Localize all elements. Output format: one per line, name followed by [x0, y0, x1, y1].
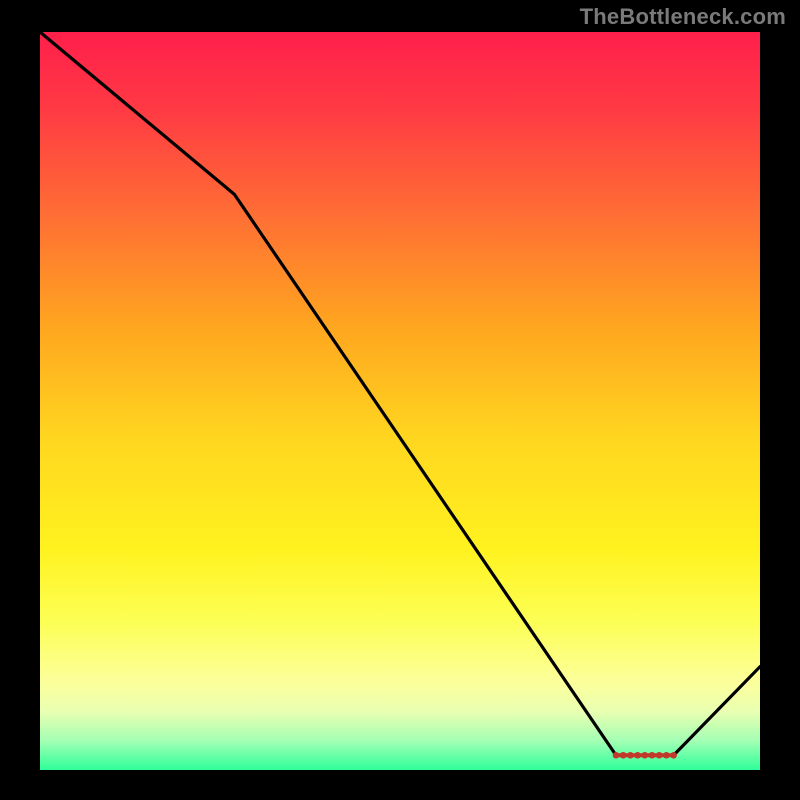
plot-background: [40, 32, 760, 770]
marker-band: [613, 752, 677, 759]
chart-stage: TheBottleneck.com: [0, 0, 800, 800]
chart-svg: [0, 0, 800, 800]
attribution-text: TheBottleneck.com: [580, 4, 786, 30]
